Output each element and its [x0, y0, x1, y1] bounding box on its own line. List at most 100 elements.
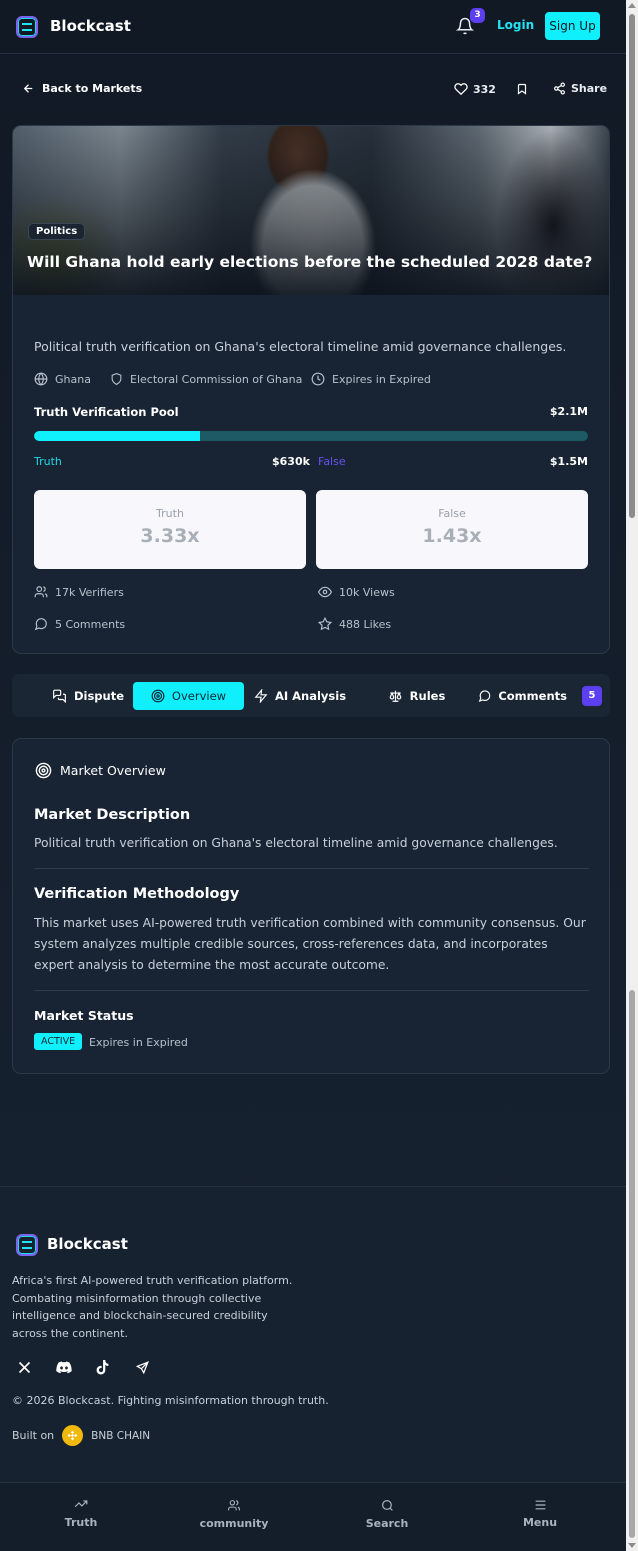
heart-icon	[454, 83, 468, 96]
meta-expires: Expires in Expired	[311, 372, 431, 386]
like-button[interactable]: 332	[454, 82, 496, 96]
footer-about: Africa's first AI-powered truth verifica…	[12, 1274, 293, 1340]
scale-icon	[389, 690, 402, 702]
message-circle-icon	[34, 618, 47, 631]
truth-odds-button[interactable]: Truth 3.33x	[34, 490, 306, 569]
expires-label: Expires in Expired	[332, 372, 431, 386]
bottom-nav-truth[interactable]: Truth	[21, 1499, 141, 1529]
overview-heading-label: Market Overview	[60, 763, 166, 778]
share-button[interactable]: Share	[553, 82, 607, 95]
scroll-up-arrow[interactable]	[628, 3, 636, 8]
comments-stat[interactable]: 5 Comments	[34, 617, 125, 631]
scrollbar-thumb[interactable]	[629, 14, 635, 518]
star-icon	[318, 617, 332, 631]
likes-stat[interactable]: 488 Likes	[318, 617, 391, 631]
copyright: © 2026 Blockcast. Fighting misinformatio…	[12, 1394, 329, 1407]
bookmark-icon[interactable]	[516, 82, 528, 96]
social-links	[12, 1355, 154, 1380]
false-amount: $1.5M	[549, 455, 588, 468]
notification-badge: 3	[470, 8, 485, 23]
category-badge[interactable]: Politics	[28, 223, 86, 240]
methodology-title: Verification Methodology	[34, 886, 240, 902]
tab-dispute[interactable]: Dispute	[32, 682, 144, 710]
top-nav: Blockcast 3 Login Sign Up	[0, 0, 626, 54]
users-icon	[34, 586, 48, 598]
pool-total: $2.1M	[549, 405, 588, 418]
tab-ai-analysis[interactable]: AI Analysis	[250, 682, 350, 710]
market-tabs: Dispute Overview AI Analysis Rules Comme…	[12, 674, 610, 717]
zap-icon	[254, 689, 268, 703]
like-count: 332	[473, 82, 496, 96]
menu-icon	[535, 1500, 545, 1510]
tab-overview[interactable]: Overview	[133, 682, 244, 710]
false-odds-value: 1.43x	[422, 525, 482, 547]
comments-label: 5 Comments	[55, 617, 126, 631]
description-text: Political truth verification on Ghana's …	[34, 836, 558, 850]
arrow-left-icon	[23, 84, 33, 93]
tab-comments[interactable]: Comments 5	[478, 682, 602, 710]
app-root: Blockcast 3 Login Sign Up Back to Market…	[0, 0, 626, 1551]
footer-brand[interactable]: Blockcast	[47, 1235, 128, 1253]
back-to-markets-link[interactable]: Back to Markets	[22, 82, 142, 95]
bottom-nav-menu-label: Menu	[522, 1516, 558, 1529]
globe-icon	[34, 372, 48, 386]
tab-comments-label: Comments	[498, 689, 567, 703]
tiktok-icon[interactable]	[90, 1355, 115, 1380]
logo-icon[interactable]	[16, 16, 38, 38]
chain-name: BNB CHAIN	[91, 1429, 151, 1442]
message-circle-icon	[478, 690, 491, 702]
false-label: False	[318, 455, 346, 468]
market-card: Politics Will Ghana hold early elections…	[12, 125, 610, 654]
discord-icon[interactable]	[51, 1355, 76, 1380]
eye-icon	[318, 586, 332, 598]
bottom-nav-community[interactable]: community	[174, 1499, 294, 1530]
status-badge: ACTIVE	[34, 1033, 83, 1050]
false-odds-label: False	[438, 507, 466, 520]
market-description: Political truth verification on Ghana's …	[34, 339, 567, 354]
status-title: Market Status	[34, 1008, 134, 1023]
comments-count-badge: 5	[581, 686, 602, 706]
bottom-nav-truth-label: Truth	[64, 1516, 98, 1529]
false-odds-button[interactable]: False 1.43x	[316, 490, 588, 569]
likes-label: 488 Likes	[339, 617, 392, 631]
login-button[interactable]: Login	[497, 18, 534, 32]
logo-icon[interactable]	[16, 1234, 38, 1256]
pool-progress-bar	[34, 431, 588, 441]
meta-country: Ghana	[34, 372, 91, 386]
pool-progress-fill	[34, 431, 201, 441]
status-expires: Expires in Expired	[89, 1036, 188, 1049]
bottom-nav: Truth community Search Menu	[0, 1482, 626, 1551]
search-icon	[381, 1500, 393, 1511]
bottom-nav-search[interactable]: Search	[327, 1499, 447, 1530]
methodology-text: This market uses AI-powered truth verifi…	[34, 916, 586, 972]
truth-odds-label: Truth	[156, 507, 184, 520]
footer: Blockcast Africa's first AI-powered trut…	[0, 1186, 626, 1482]
brand-name[interactable]: Blockcast	[50, 17, 131, 35]
scrollbar-thumb-lower[interactable]	[629, 990, 635, 1538]
divider	[34, 990, 589, 991]
description-title: Market Description	[34, 807, 191, 823]
market-title: Will Ghana hold early elections before t…	[27, 253, 593, 271]
meta-source: Electoral Commission of Ghana	[110, 372, 302, 386]
signup-button[interactable]: Sign Up	[545, 12, 600, 40]
pool-label: Truth Verification Pool	[34, 405, 179, 419]
tab-rules-label: Rules	[409, 689, 446, 703]
scroll-down-arrow[interactable]	[628, 1543, 636, 1548]
share-icon	[554, 82, 565, 95]
verifiers-label: 17k Verifiers	[55, 585, 124, 599]
bottom-nav-menu[interactable]: Menu	[480, 1499, 600, 1529]
overview-heading: Market Overview	[35, 762, 166, 779]
tab-ai-analysis-label: AI Analysis	[274, 689, 347, 703]
divider	[34, 868, 589, 869]
x-icon[interactable]	[12, 1355, 37, 1380]
target-icon	[35, 762, 52, 779]
trending-up-icon	[74, 1500, 88, 1508]
shield-icon	[111, 373, 122, 386]
built-on: Built on BNB CHAIN	[12, 1425, 150, 1446]
page-scrollbar[interactable]	[626, 0, 638, 1551]
tab-rules[interactable]: Rules	[364, 682, 469, 710]
telegram-icon[interactable]	[129, 1355, 154, 1380]
bottom-nav-community-label: community	[199, 1517, 269, 1530]
target-icon	[151, 689, 165, 703]
source-label: Electoral Commission of Ghana	[130, 372, 303, 386]
